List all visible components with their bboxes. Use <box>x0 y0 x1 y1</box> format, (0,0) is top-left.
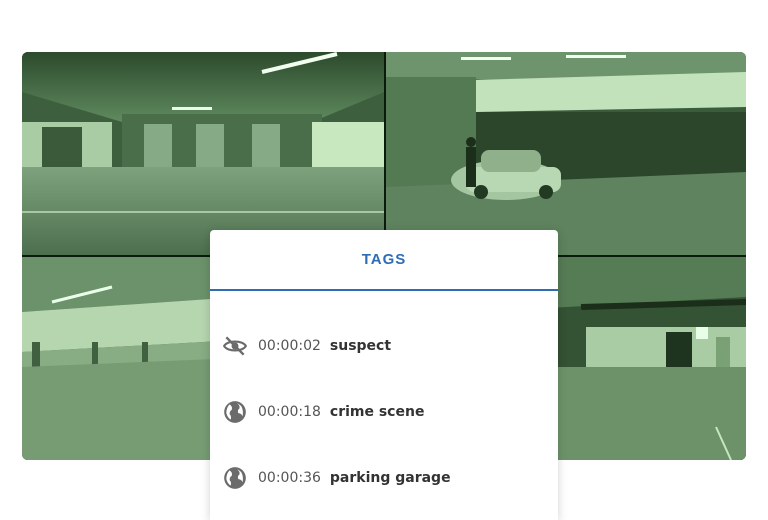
tag-row[interactable]: 00:00:02 suspect <box>222 332 391 360</box>
tags-title: TAGS <box>361 251 407 268</box>
tag-timestamp: 00:00:18 <box>258 404 321 420</box>
camera-feed-1-image <box>22 52 384 255</box>
camera-feed-1[interactable] <box>22 52 384 255</box>
globe-icon <box>222 399 248 425</box>
camera-feed-2-image <box>386 52 746 255</box>
tag-timestamp: 00:00:36 <box>258 470 321 486</box>
camera-feed-2[interactable] <box>386 52 746 255</box>
tag-label: crime scene <box>329 404 425 420</box>
eye-off-icon <box>222 333 248 359</box>
globe-icon <box>222 465 248 491</box>
tags-header: TAGS <box>210 230 558 291</box>
tag-label: parking garage <box>329 470 451 486</box>
tag-timestamp: 00:00:02 <box>258 338 321 354</box>
tag-label: suspect <box>329 338 392 354</box>
tags-panel: TAGS 00:00:02 suspect 00:00:18 crime sce… <box>210 230 558 520</box>
tag-row[interactable]: 00:00:36 parking garage <box>222 464 451 492</box>
tag-row[interactable]: 00:00:18 crime scene <box>222 398 424 426</box>
